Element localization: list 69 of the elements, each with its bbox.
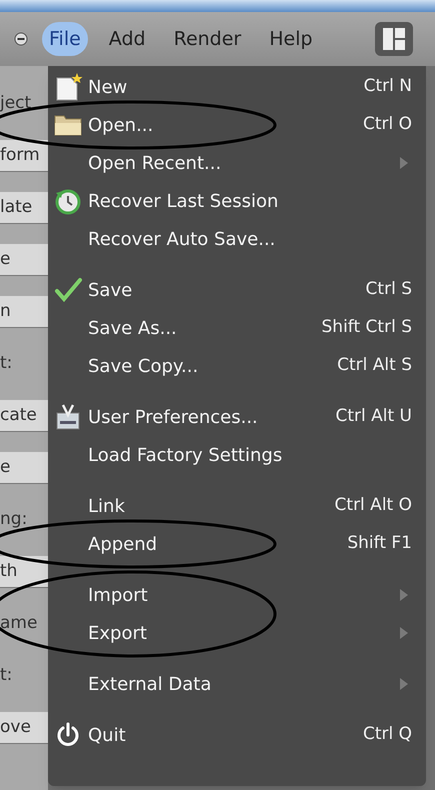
submenu-arrow-icon: [400, 627, 408, 639]
menu-bar-item[interactable]: File: [42, 22, 88, 56]
collapse-icon[interactable]: [14, 32, 28, 46]
menu-item-label: New: [88, 76, 128, 100]
submenu-arrow-icon: [400, 589, 408, 601]
power-icon: [55, 722, 81, 748]
shortcut-label: Shift F1: [347, 532, 412, 556]
panel-field[interactable]: cate: [0, 400, 48, 432]
folder-icon: [53, 113, 83, 137]
menu-item-label: External Data: [88, 672, 212, 696]
panel-label: t:: [0, 664, 14, 688]
menu-item[interactable]: Export: [48, 614, 412, 652]
menu-item-label: Recover Last Session: [88, 190, 280, 214]
menu-item-label: Save Copy...: [88, 354, 200, 378]
menu-item-label: Import: [88, 584, 149, 608]
menu-item-label: Link: [88, 494, 126, 518]
menu-item[interactable]: New Ctrl N: [48, 68, 412, 106]
panel-label: ng:: [0, 508, 28, 532]
shortcut-label: Ctrl O: [362, 113, 412, 136]
shortcut-label: Ctrl Alt U: [335, 405, 412, 428]
panel-field[interactable]: e: [0, 244, 48, 276]
menu-item[interactable]: Save Ctrl S: [48, 271, 412, 309]
menu-bar-item[interactable]: Help: [262, 22, 320, 56]
menu-item-label: Recover Auto Save...: [88, 228, 276, 252]
panel-field[interactable]: late: [0, 192, 48, 224]
menu-item[interactable]: Load Factory Settings: [48, 436, 412, 474]
menu-item-label: Append: [88, 532, 158, 556]
menu-item[interactable]: External Data: [48, 665, 412, 703]
shortcut-label: Shift Ctrl S: [322, 316, 412, 340]
menu-item-label: Open Recent...: [88, 152, 222, 176]
submenu-arrow-icon: [400, 678, 408, 690]
menu-bar-item[interactable]: Add: [102, 22, 153, 56]
shortcut-label: Ctrl S: [366, 278, 412, 302]
menu-item-label: User Preferences...: [88, 406, 259, 430]
menu-item-label: Save As...: [88, 316, 178, 340]
menu-item[interactable]: Recover Auto Save...: [48, 220, 412, 258]
menu-item[interactable]: Open... Ctrl O: [48, 106, 412, 144]
menu-item[interactable]: Link Ctrl Alt O: [48, 487, 412, 525]
menu-bar-item[interactable]: Render: [166, 22, 248, 56]
menu-item[interactable]: Append Shift F1: [48, 525, 412, 563]
menu-item[interactable]: Save As... Shift Ctrl S: [48, 309, 412, 347]
layout-icon: [382, 27, 406, 51]
menu-item[interactable]: Recover Last Session: [48, 182, 412, 220]
panel-label: ject: [0, 92, 32, 116]
menu-item[interactable]: Open Recent...: [48, 144, 412, 182]
check-icon: [54, 277, 82, 303]
panel-label: ame: [0, 612, 38, 636]
preferences-icon: [55, 403, 81, 431]
menu-item[interactable]: Import: [48, 576, 412, 614]
layout-button[interactable]: [375, 22, 413, 56]
menu-item-label: Load Factory Settings: [88, 444, 284, 468]
menu-item[interactable]: User Preferences... Ctrl Alt U: [48, 398, 412, 436]
menu-item-label: Open...: [88, 114, 154, 138]
menu-item[interactable]: Quit Ctrl Q: [48, 716, 412, 754]
menu-item[interactable]: Save Copy... Ctrl Alt S: [48, 347, 412, 385]
shortcut-label: Ctrl Alt O: [334, 494, 412, 518]
submenu-arrow-icon: [400, 157, 408, 169]
panel-field[interactable]: n: [0, 296, 48, 328]
menu-item-label: Save: [88, 278, 134, 302]
menu-item-label: Quit: [88, 724, 127, 748]
shortcut-label: Ctrl Alt S: [337, 354, 412, 378]
panel-field[interactable]: form: [0, 140, 48, 172]
menu-item-label: Export: [88, 622, 148, 646]
recovery-clock-icon: [54, 187, 82, 215]
panel-field[interactable]: e: [0, 452, 48, 484]
panel-label: t:: [0, 352, 14, 376]
shortcut-label: Ctrl N: [364, 75, 412, 98]
panel-field[interactable]: ove: [0, 712, 48, 744]
shortcut-label: Ctrl Q: [362, 723, 412, 746]
